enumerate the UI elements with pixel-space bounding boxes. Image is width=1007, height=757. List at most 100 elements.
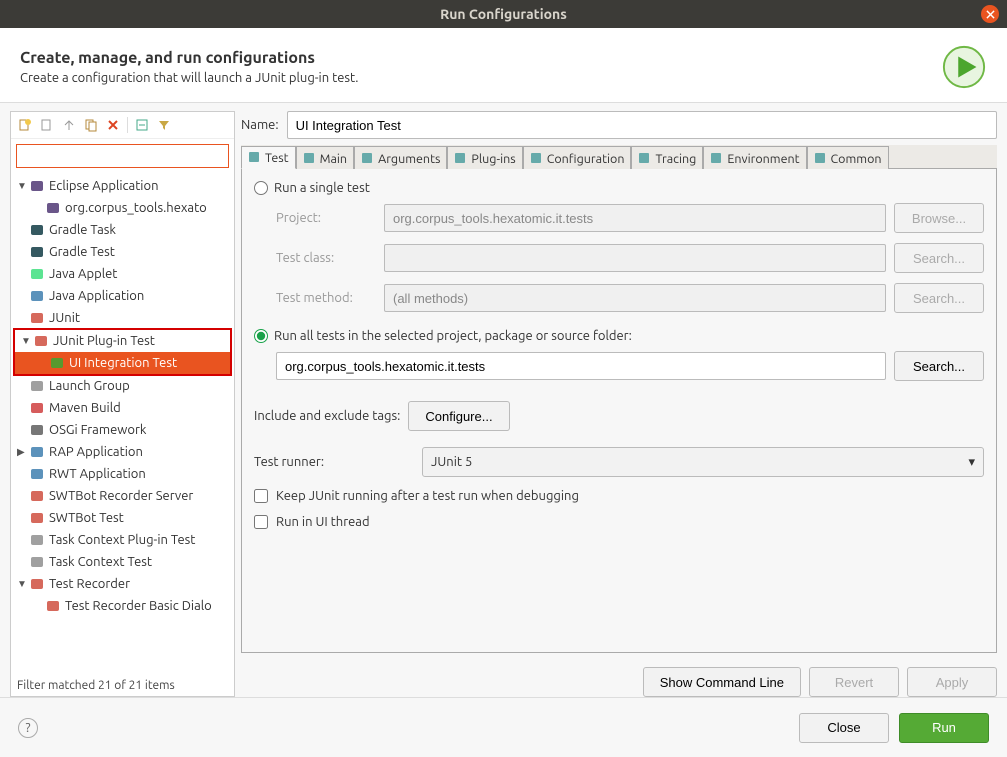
configure-tags-button[interactable]: Configure... (408, 401, 509, 431)
tab-icon (710, 152, 724, 166)
tree-item[interactable]: Task Context Plug-in Test (11, 529, 234, 551)
tab-label: Plug-ins (471, 152, 515, 166)
config-type-icon (29, 266, 45, 282)
duplicate-button[interactable] (81, 115, 101, 135)
tab-configuration[interactable]: Configuration (523, 146, 632, 169)
config-type-icon (29, 532, 45, 548)
test-runner-select[interactable]: JUnit 5 ▾ (422, 447, 984, 477)
export-icon (62, 118, 76, 132)
tree-arrow-icon: ▶ (17, 446, 29, 458)
tree-item[interactable]: Gradle Task (11, 219, 234, 241)
include-exclude-label: Include and exclude tags: (254, 409, 400, 423)
tree-item[interactable]: RWT Application (11, 463, 234, 485)
tree-item-label: JUnit Plug-in Test (53, 334, 155, 348)
tree-item[interactable]: Launch Group (11, 375, 234, 397)
tab-test[interactable]: Test (241, 146, 296, 169)
config-type-icon (29, 444, 45, 460)
tab-common[interactable]: Common (807, 146, 889, 169)
config-type-icon (29, 510, 45, 526)
tree-arrow-icon: ▼ (17, 180, 29, 192)
revert-button: Revert (809, 667, 899, 697)
tree-item[interactable]: ▼Test Recorder (11, 573, 234, 595)
tree-item-label: Java Applet (49, 267, 117, 281)
delete-button[interactable] (103, 115, 123, 135)
all-tests-input[interactable] (276, 352, 886, 380)
filter-button[interactable] (154, 115, 174, 135)
tree-item[interactable]: OSGi Framework (11, 419, 234, 441)
detail-tabs: Test Main Arguments Plug-ins ConfigurationTr… (241, 145, 997, 169)
tab-label: Test (265, 151, 289, 165)
tree-arrow-icon: ▼ (21, 335, 33, 347)
run-button[interactable]: Run (899, 713, 989, 743)
tree-item[interactable]: SWTBot Recorder Server (11, 485, 234, 507)
config-tree[interactable]: ▼Eclipse Applicationorg.corpus_tools.hex… (11, 173, 234, 675)
ui-thread-label: Run in UI thread (276, 515, 370, 529)
tree-item[interactable]: ▼ JUnit Plug-in Test (15, 330, 230, 352)
search-method-button: Search... (894, 283, 984, 313)
tab-icon (361, 152, 375, 166)
close-icon (986, 10, 995, 19)
tree-item[interactable]: ▶RAP Application (11, 441, 234, 463)
name-input[interactable] (287, 111, 997, 139)
close-button[interactable]: Close (799, 713, 889, 743)
help-button[interactable]: ? (18, 718, 38, 738)
tree-item[interactable]: JUnit (11, 307, 234, 329)
tree-item[interactable]: Maven Build (11, 397, 234, 419)
config-type-icon (29, 178, 45, 194)
project-label: Project: (276, 211, 376, 225)
tree-item[interactable]: SWTBot Test (11, 507, 234, 529)
tree-item-label: Test Recorder Basic Dialo (65, 599, 212, 613)
tree-item[interactable]: Task Context Test (11, 551, 234, 573)
tab-label: Main (320, 152, 347, 166)
tab-plug-ins[interactable]: Plug-ins (447, 146, 522, 169)
tree-item[interactable]: UI Integration Test (15, 352, 230, 374)
tree-item[interactable]: ▼Eclipse Application (11, 175, 234, 197)
dialog-header: Create, manage, and run configurations C… (0, 28, 1007, 103)
tab-icon (530, 152, 544, 166)
tab-main[interactable]: Main (296, 146, 354, 169)
export-button[interactable] (59, 115, 79, 135)
tree-item-label: Gradle Task (49, 223, 116, 237)
keep-running-checkbox[interactable] (254, 489, 268, 503)
tab-tracing[interactable]: Tracing (631, 146, 703, 169)
tree-item-label: OSGi Framework (49, 423, 146, 437)
config-type-icon (29, 576, 45, 592)
tree-item-label: Task Context Plug-in Test (49, 533, 195, 547)
config-type-icon (29, 400, 45, 416)
tree-item[interactable]: org.corpus_tools.hexato (11, 197, 234, 219)
project-input (384, 204, 886, 232)
show-command-line-button[interactable]: Show Command Line (643, 667, 801, 697)
tree-item[interactable]: Gradle Test (11, 241, 234, 263)
tab-environment[interactable]: Environment (703, 146, 806, 169)
duplicate-icon (84, 118, 98, 132)
config-type-icon (29, 222, 45, 238)
tree-item[interactable]: Java Application (11, 285, 234, 307)
new-prototype-button[interactable] (37, 115, 57, 135)
tree-item-label: Maven Build (49, 401, 121, 415)
tab-icon (303, 152, 317, 166)
window-close-button[interactable] (981, 5, 999, 23)
new-prototype-icon (40, 118, 54, 132)
ui-thread-checkbox[interactable] (254, 515, 268, 529)
config-toolbar (11, 112, 234, 139)
collapse-icon (135, 118, 149, 132)
footer: ? Close Run (0, 697, 1007, 757)
run-single-radio[interactable] (254, 181, 268, 195)
keep-running-label: Keep JUnit running after a test run when… (276, 489, 579, 503)
tree-item-label: JUnit (49, 311, 80, 325)
tab-arguments[interactable]: Arguments (354, 146, 447, 169)
run-all-label: Run all tests in the selected project, p… (274, 329, 632, 343)
search-all-button[interactable]: Search... (894, 351, 984, 381)
filter-input[interactable] (16, 144, 229, 168)
search-class-button: Search... (894, 243, 984, 273)
collapse-all-button[interactable] (132, 115, 152, 135)
test-runner-label: Test runner: (254, 455, 414, 469)
tree-item[interactable]: Test Recorder Basic Dialo (11, 595, 234, 617)
tree-item[interactable]: Java Applet (11, 263, 234, 285)
window-title: Run Configurations (440, 6, 567, 22)
config-type-icon (29, 378, 45, 394)
run-all-radio[interactable] (254, 329, 268, 343)
tab-icon (248, 151, 262, 165)
tree-item-label: Test Recorder (49, 577, 130, 591)
new-config-button[interactable] (15, 115, 35, 135)
